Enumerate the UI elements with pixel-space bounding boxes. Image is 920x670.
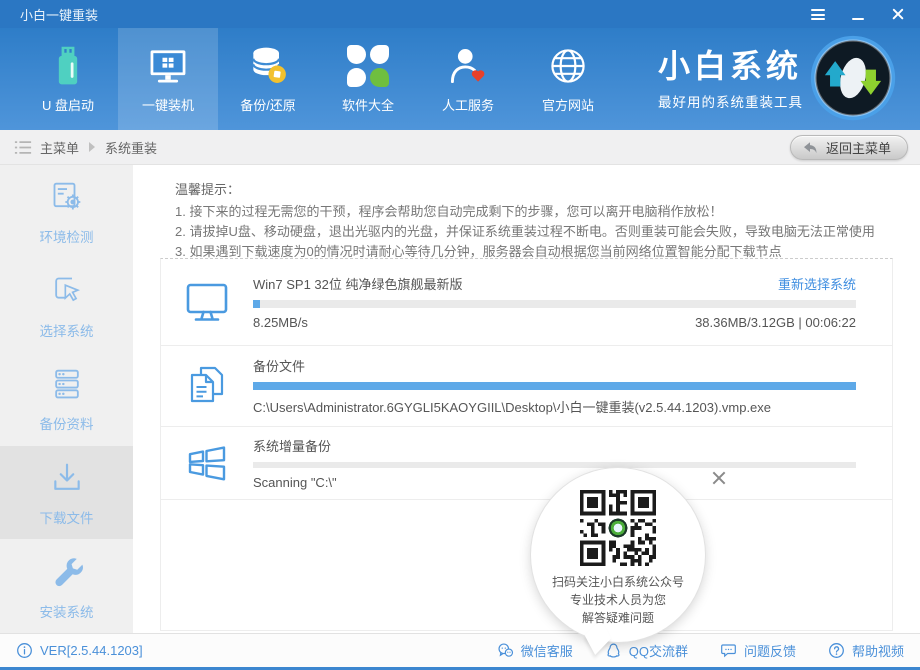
- support-person-icon: [450, 49, 485, 84]
- window-title: 小白一键重装: [20, 7, 99, 23]
- top-nav: U 盘启动 一键装机 备份/还原 软件大全 人工服务 官方网站 小白系统 最好用…: [0, 28, 920, 130]
- version-info: VER[2.5.44.1203]: [16, 642, 143, 659]
- sidebar-item-env-check[interactable]: 环境检测: [0, 165, 133, 259]
- list-menu-icon: [14, 140, 32, 154]
- download-title: Win7 SP1 32位 纯净绿色旗舰最新版: [253, 277, 463, 292]
- sidebar-item-backup-data[interactable]: 备份资料: [0, 352, 133, 446]
- monitor-install-icon: [150, 50, 186, 83]
- back-to-main-menu-button[interactable]: 返回主菜单: [789, 134, 908, 160]
- breadcrumb-separator-icon: [89, 142, 96, 152]
- footer: VER[2.5.44.1203] 微信客服 QQ交流群 问题反馈 帮助视频: [0, 633, 920, 667]
- minimize-icon[interactable]: [850, 7, 866, 21]
- nav-item-backup-restore[interactable]: 备份/还原: [218, 28, 318, 130]
- download-icon: [53, 463, 80, 490]
- backup-data-icon: [54, 370, 79, 399]
- sidebar-label: 安装系统: [39, 604, 94, 620]
- main-content: 温馨提示： 1. 接下来的过程无需您的干预，程序会帮助您自动完成剩下的步骤，您可…: [133, 165, 920, 633]
- version-text: VER[2.5.44.1203]: [40, 643, 143, 658]
- select-system-icon: [54, 277, 80, 302]
- feedback-link[interactable]: 问题反馈: [720, 641, 796, 660]
- nav-label: 官方网站: [541, 98, 594, 113]
- reselect-system-link[interactable]: 重新选择系统: [778, 274, 856, 293]
- help-video-link[interactable]: 帮助视频: [828, 641, 904, 660]
- breadcrumb: 主菜单 系统重装 返回主菜单: [0, 130, 920, 165]
- sidebar-item-select-system[interactable]: 选择系统: [0, 259, 133, 353]
- system-backup-section: 系统增量备份 Scanning "C:\": [161, 427, 892, 500]
- download-speed: 8.25MB/s: [253, 315, 308, 330]
- brand-logo-icon: [810, 35, 896, 121]
- sidebar-label: 备份资料: [39, 417, 94, 433]
- qr-code: [580, 490, 656, 566]
- sidebar: 环境检测 选择系统 备份资料 下载文件 安装系统: [0, 165, 133, 633]
- monitor-icon: [186, 283, 228, 321]
- nav-item-support[interactable]: 人工服务: [418, 28, 518, 130]
- nav-item-software[interactable]: 软件大全: [318, 28, 418, 130]
- nav-item-usb-boot[interactable]: U 盘启动: [18, 28, 118, 130]
- nav-label: 一键装机: [141, 98, 194, 113]
- close-icon[interactable]: [890, 7, 906, 21]
- backup-file-section: 备份文件 C:\Users\Administrator.6GYGLI5KAOYG…: [161, 346, 892, 427]
- wechat-icon: [498, 643, 513, 657]
- usb-drive-icon: [58, 46, 78, 85]
- sidebar-label: 下载文件: [39, 511, 94, 527]
- backup-path: C:\Users\Administrator.6GYGLI5KAOYGIIL\D…: [253, 400, 772, 415]
- qr-popup: 扫码关注小白系统公众号 专业技术人员为您 解答疑难问题: [531, 468, 705, 656]
- sidebar-item-install-system[interactable]: 安装系统: [0, 539, 133, 633]
- qq-group-link[interactable]: QQ交流群: [605, 641, 688, 660]
- sidebar-label: 环境检测: [39, 230, 94, 246]
- nav-label: 人工服务: [441, 98, 494, 113]
- breadcrumb-root[interactable]: 主菜单: [40, 138, 79, 157]
- sidebar-label: 选择系统: [39, 323, 94, 339]
- menu-icon[interactable]: [810, 7, 826, 21]
- brand-tagline: 最好用的系统重装工具: [658, 94, 803, 110]
- nav-item-website[interactable]: 官方网站: [518, 28, 618, 130]
- nav-label: U 盘启动: [41, 98, 94, 113]
- backup-progress-bar: [253, 382, 856, 390]
- download-section: Win7 SP1 32位 纯净绿色旗舰最新版 重新选择系统 8.25MB/s 3…: [161, 259, 892, 346]
- nav-item-one-click-install[interactable]: 一键装机: [118, 28, 218, 130]
- sidebar-item-download-files[interactable]: 下载文件: [0, 445, 133, 540]
- nav-label: 备份/还原: [240, 98, 296, 113]
- feedback-bubble-icon: [721, 644, 736, 658]
- backup-progress-fill: [253, 382, 856, 390]
- tips-block: 温馨提示： 1. 接下来的过程无需您的干预，程序会帮助您自动完成剩下的步骤，您可…: [133, 165, 920, 259]
- brand-name: 小白系统: [658, 47, 803, 84]
- progress-panel: Win7 SP1 32位 纯净绿色旗舰最新版 重新选择系统 8.25MB/s 3…: [160, 258, 893, 631]
- app-window: 小白一键重装 U 盘启动 一键装机 备份/还原 软件大全 人工服务 官方网站 小…: [0, 0, 920, 670]
- breadcrumb-current: 系统重装: [105, 140, 158, 156]
- return-arrow-icon: [803, 141, 817, 153]
- brand: 小白系统 最好用的系统重装工具: [658, 28, 803, 130]
- system-backup-status: Scanning "C:\": [253, 475, 337, 490]
- qr-popup-close-icon[interactable]: [709, 468, 729, 488]
- nav-label: 软件大全: [341, 98, 394, 113]
- title-bar: 小白一键重装: [0, 0, 920, 28]
- help-icon: [829, 643, 844, 658]
- backup-restore-icon: [252, 47, 286, 83]
- software-icon: [346, 44, 390, 88]
- download-progress-fill: [253, 300, 261, 308]
- download-stats: 38.36MB/3.12GB | 00:06:22: [695, 315, 856, 330]
- windows-logo-icon: [188, 446, 226, 481]
- qq-icon: [607, 643, 620, 658]
- install-system-icon: [54, 557, 83, 586]
- env-check-icon: [53, 183, 80, 210]
- documents-icon: [190, 366, 224, 403]
- system-backup-title: 系统增量备份: [253, 439, 332, 454]
- system-backup-progress-bar: [253, 462, 856, 468]
- info-icon: [17, 643, 32, 658]
- globe-icon: [551, 49, 585, 83]
- wechat-support-link[interactable]: 微信客服: [497, 641, 573, 660]
- backup-title: 备份文件: [253, 359, 306, 374]
- qr-popup-text: 扫码关注小白系统公众号 专业技术人员为您 解答疑难问题: [551, 575, 684, 625]
- tip-line: 1. 接下来的过程无需您的干预，程序会帮助您自动完成剩下的步骤，您可以离开电脑稍…: [175, 204, 723, 219]
- download-progress-bar: [253, 300, 856, 308]
- tip-line: 2. 请拔掉U盘、移动硬盘，退出光驱内的光盘，并保证系统重装过程不断电。否则重装…: [175, 224, 875, 239]
- tips-title: 温馨提示：: [175, 182, 241, 197]
